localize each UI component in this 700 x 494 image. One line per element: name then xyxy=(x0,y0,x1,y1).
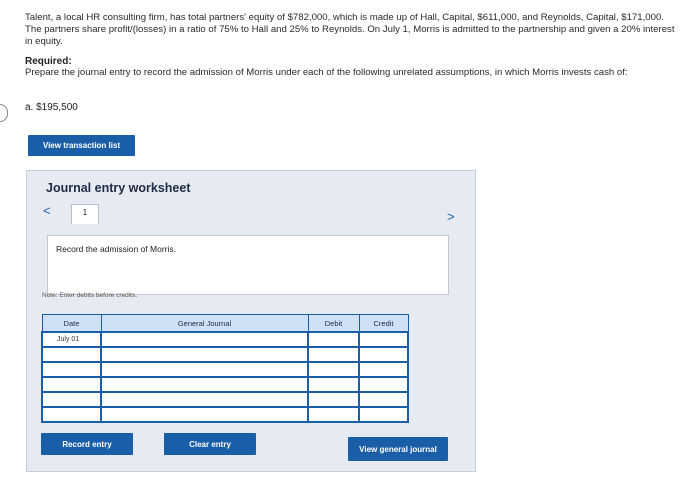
chevron-right-icon[interactable]: > xyxy=(447,209,455,224)
note-text: Note: Enter debits before credits. xyxy=(42,292,138,299)
instruction-box: Record the admission of Morris. xyxy=(47,235,449,295)
date-cell[interactable] xyxy=(41,376,102,393)
date-cell[interactable] xyxy=(41,346,102,363)
part-label: a. $195,500 xyxy=(25,102,78,113)
table-row: July 01 xyxy=(41,331,409,348)
account-cell[interactable] xyxy=(100,331,309,348)
credit-cell[interactable] xyxy=(358,406,409,423)
journal-table: Date General Journal Debit Credit July 0… xyxy=(41,314,409,423)
journal-entry-worksheet: Journal entry worksheet < 1 > Record the… xyxy=(26,170,476,472)
general-journal-header: General Journal xyxy=(100,314,309,333)
table-row xyxy=(41,391,409,408)
account-cell[interactable] xyxy=(100,406,309,423)
date-cell[interactable]: July 01 xyxy=(41,331,102,348)
date-cell[interactable] xyxy=(41,406,102,423)
debit-cell[interactable] xyxy=(307,406,360,423)
account-cell[interactable] xyxy=(100,361,309,378)
debit-cell[interactable] xyxy=(307,391,360,408)
table-row xyxy=(41,406,409,423)
table-row xyxy=(41,346,409,363)
problem-statement: Talent, a local HR consulting firm, has … xyxy=(25,12,675,47)
debit-header: Debit xyxy=(307,314,360,333)
tab-1[interactable]: 1 xyxy=(71,204,99,224)
account-cell[interactable] xyxy=(100,391,309,408)
date-cell[interactable] xyxy=(41,361,102,378)
record-entry-button[interactable]: Record entry xyxy=(41,433,133,455)
account-cell[interactable] xyxy=(100,346,309,363)
table-row xyxy=(41,376,409,393)
credit-header: Credit xyxy=(358,314,409,333)
credit-cell[interactable] xyxy=(358,361,409,378)
debit-cell[interactable] xyxy=(307,361,360,378)
required-heading: Required: xyxy=(25,56,72,67)
instruction-text: Record the admission of Morris. xyxy=(56,244,176,254)
credit-cell[interactable] xyxy=(358,346,409,363)
table-row xyxy=(41,361,409,378)
required-text: Prepare the journal entry to record the … xyxy=(25,67,628,78)
credit-cell[interactable] xyxy=(358,391,409,408)
date-cell[interactable] xyxy=(41,391,102,408)
credit-cell[interactable] xyxy=(358,331,409,348)
debit-cell[interactable] xyxy=(307,331,360,348)
view-general-journal-button[interactable]: View general journal xyxy=(348,437,448,461)
view-transaction-list-button[interactable]: View transaction list xyxy=(28,135,135,156)
clear-entry-button[interactable]: Clear entry xyxy=(164,433,256,455)
account-cell[interactable] xyxy=(100,376,309,393)
chevron-left-icon[interactable]: < xyxy=(43,203,51,218)
part-marker xyxy=(0,104,8,122)
date-header: Date xyxy=(41,314,102,333)
worksheet-title: Journal entry worksheet xyxy=(46,181,191,195)
debit-cell[interactable] xyxy=(307,346,360,363)
debit-cell[interactable] xyxy=(307,376,360,393)
credit-cell[interactable] xyxy=(358,376,409,393)
